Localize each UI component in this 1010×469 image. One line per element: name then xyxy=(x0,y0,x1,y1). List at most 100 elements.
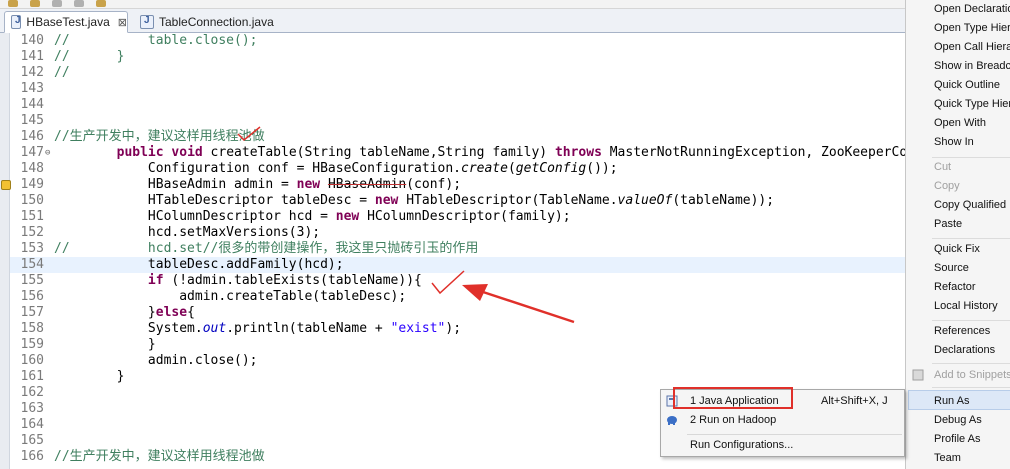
context-menu-item[interactable]: Local History xyxy=(934,297,998,315)
code-token: ( xyxy=(507,161,516,176)
context-menu-item[interactable]: Team xyxy=(934,449,961,467)
context-menu-item[interactable]: Open Type Hierarchy xyxy=(934,19,1010,37)
line-number: 156 xyxy=(20,289,44,304)
code-token: void xyxy=(171,145,203,160)
code-token: System. xyxy=(54,321,203,336)
code-line[interactable]: 141 // } xyxy=(10,49,905,65)
context-menu-item[interactable]: References xyxy=(934,322,990,340)
code-line[interactable]: 149 HBaseAdmin admin = new HBaseAdmin(co… xyxy=(1,177,905,193)
context-menu-item[interactable]: Copy Qualified Name xyxy=(934,196,1010,214)
red-checkmark-annotation-1 xyxy=(237,126,261,142)
code-token: //生产开发中，建议这样用线程池做 xyxy=(54,129,265,144)
line-number: 159 xyxy=(20,337,44,352)
code-line[interactable]: 144 xyxy=(10,97,905,113)
line-number: 145 xyxy=(20,113,44,128)
code-text: if (!admin.tableExists(tableName)){ xyxy=(54,273,422,289)
run-configurations[interactable]: Run Configurations... xyxy=(661,435,904,455)
line-number: 160 xyxy=(20,353,44,368)
context-menu-item[interactable]: Run As xyxy=(934,392,969,410)
context-menu-item[interactable]: Declarations xyxy=(934,341,995,359)
code-token: ()); xyxy=(586,161,618,176)
code-line[interactable]: 150 HTableDescriptor tableDesc = new HTa… xyxy=(10,193,905,209)
context-menu-item[interactable]: Refactor xyxy=(934,278,976,296)
code-token: //生产开发中，建议这样用线程池做 xyxy=(54,449,265,464)
code-token: new xyxy=(296,177,321,192)
context-menu-item[interactable]: Open With xyxy=(934,114,986,132)
context-menu-item[interactable]: Paste xyxy=(934,215,962,233)
code-token: public xyxy=(116,145,164,160)
code-token: } xyxy=(54,369,125,384)
context-menu-item[interactable]: Debug As xyxy=(934,411,982,429)
code-token: .println(tableName + xyxy=(226,321,391,336)
submenu-shortcut: Alt+Shift+X, J xyxy=(821,395,888,407)
code-token: (tableName)); xyxy=(672,193,775,208)
code-line[interactable]: 159 } xyxy=(10,337,905,353)
toolbar-icon[interactable] xyxy=(96,0,106,7)
code-token: admin.close(); xyxy=(54,353,258,368)
code-text: // table.close(); xyxy=(54,33,258,49)
code-line[interactable]: 143 xyxy=(10,81,905,97)
code-token: else xyxy=(155,305,188,320)
line-number: 161 xyxy=(20,369,44,384)
code-text: HTableDescriptor tableDesc = new HTableD… xyxy=(54,193,774,209)
java-file-icon xyxy=(140,15,154,29)
code-token: if xyxy=(147,273,164,288)
code-text: }else{ xyxy=(54,305,195,321)
context-menu-item[interactable]: Quick Fix xyxy=(934,240,980,258)
code-line[interactable]: 152 hcd.setMaxVersions(3); xyxy=(10,225,905,241)
tab-hbasetest[interactable]: HBaseTest.java ⊠ xyxy=(4,11,128,33)
context-menu-item[interactable]: Add to Snippets... xyxy=(934,366,1010,384)
editor-tab-bar: HBaseTest.java ⊠ TableConnection.java xyxy=(0,9,905,33)
toolbar-icon[interactable] xyxy=(8,0,18,7)
context-menu-item[interactable]: Cut xyxy=(934,158,951,176)
context-menu-item[interactable]: Show in Breadcrumb xyxy=(934,57,1010,75)
context-menu-item[interactable]: Source xyxy=(934,259,969,277)
line-number: 143 xyxy=(20,81,44,96)
toolbar-icon[interactable] xyxy=(30,0,40,7)
code-line[interactable]: 148 Configuration conf = HBaseConfigurat… xyxy=(10,161,905,177)
code-token: hcd.setMaxVersions(3); xyxy=(54,225,321,240)
code-token: (conf); xyxy=(406,177,462,192)
code-line[interactable]: 151 HColumnDescriptor hcd = new HColumnD… xyxy=(10,209,905,225)
context-menu-item[interactable]: Copy xyxy=(934,177,960,195)
code-line[interactable]: 145 xyxy=(10,113,905,129)
code-line[interactable]: 142 // xyxy=(10,65,905,81)
close-tab-icon[interactable]: ⊠ xyxy=(118,16,127,29)
context-menu-item[interactable]: Profile As xyxy=(934,430,980,448)
code-text: HBaseAdmin admin = new HBaseAdmin(conf); xyxy=(54,177,461,193)
code-line[interactable]: 147 ⊖ public void createTable(String tabl… xyxy=(10,145,923,161)
fold-toggle-icon[interactable]: ⊖ xyxy=(45,145,50,161)
code-token: } xyxy=(54,337,156,352)
code-line[interactable]: 160 admin.close(); xyxy=(10,353,905,369)
code-line[interactable]: 153 // hcd.set//很多的带创建操作，我这里只抛砖引玉的作用 xyxy=(10,241,905,257)
line-number: 147 xyxy=(20,145,44,160)
code-line[interactable]: 140 // table.close(); xyxy=(10,33,905,49)
tab-tableconnection[interactable]: TableConnection.java xyxy=(134,11,284,33)
run-on-hadoop[interactable]: 2 Run on Hadoop xyxy=(661,410,904,430)
code-token: tableDesc.addFamily(hcd); xyxy=(54,257,344,272)
context-menu-item[interactable]: Show In xyxy=(934,133,974,151)
toolbar-icon[interactable] xyxy=(74,0,84,7)
code-text: } xyxy=(54,337,156,353)
toolbar-icon[interactable] xyxy=(52,0,62,7)
context-menu-item[interactable]: Quick Outline xyxy=(934,76,1000,94)
code-token: // xyxy=(54,65,70,80)
code-token: admin.createTable(tableDesc); xyxy=(54,289,407,304)
context-menu-item[interactable]: Quick Type Hierarchy xyxy=(934,95,1010,113)
code-text: } xyxy=(54,369,125,385)
code-line[interactable]: 146 //生产开发中，建议这样用线程池做 xyxy=(10,129,905,145)
context-menu-item[interactable]: Open Call Hierarchy xyxy=(934,38,1010,56)
warning-icon[interactable] xyxy=(1,180,11,190)
code-token: throws xyxy=(554,145,602,160)
code-text: admin.close(); xyxy=(54,353,258,369)
code-text: // hcd.set//很多的带创建操作，我这里只抛砖引玉的作用 xyxy=(54,241,478,257)
red-arrow-annotation xyxy=(462,284,575,324)
code-line[interactable]: 161 } xyxy=(10,369,905,385)
line-number: 163 xyxy=(20,401,44,416)
code-token: new xyxy=(335,209,360,224)
context-menu-item[interactable]: Open Declaration xyxy=(934,0,1010,18)
menu-separator xyxy=(932,320,1010,321)
code-text: public void createTable(String tableName… xyxy=(54,145,923,161)
